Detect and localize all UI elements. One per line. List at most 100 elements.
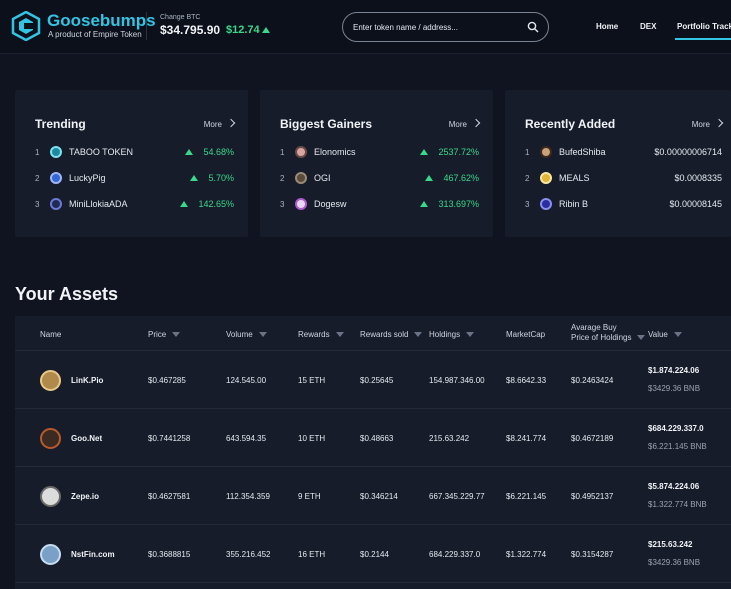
rank: 1 bbox=[525, 148, 530, 157]
goosebumps-logo-icon[interactable] bbox=[11, 11, 41, 41]
sort-down-icon[interactable] bbox=[258, 332, 267, 337]
list-item[interactable]: 1 TABOO TOKEN 54.68% bbox=[15, 145, 248, 161]
col-avg-buy[interactable]: Avarage Buy Price of Holdings bbox=[571, 323, 646, 343]
token-name[interactable]: Elonomics bbox=[314, 147, 356, 157]
sort-down-icon[interactable] bbox=[673, 332, 682, 337]
chevron-right-icon bbox=[714, 118, 724, 128]
elonomics-coin-icon bbox=[295, 146, 307, 158]
bufedshiba-coin-icon bbox=[540, 146, 552, 158]
asset-name[interactable]: LinK.Pio bbox=[71, 376, 103, 385]
asset-name[interactable]: Goo.Net bbox=[71, 434, 102, 443]
col-label[interactable]: Holdings bbox=[429, 330, 460, 339]
col-label[interactable]: Rewards bbox=[298, 330, 330, 339]
trending-more-link[interactable]: More bbox=[204, 118, 236, 129]
nav-dex[interactable]: DEX bbox=[640, 22, 656, 31]
col-price[interactable]: Price bbox=[148, 330, 181, 339]
asset-rewards-sold: $0.48663 bbox=[360, 434, 394, 443]
sort-down-icon[interactable] bbox=[172, 332, 181, 337]
asset-marketcap: $6.221.145 bbox=[506, 492, 547, 501]
col-label[interactable]: Price bbox=[148, 330, 166, 339]
rank: 3 bbox=[525, 200, 530, 209]
token-name[interactable]: Ribin B bbox=[559, 199, 588, 209]
change-value: 467.62% bbox=[443, 173, 479, 183]
asset-rewards: 15 ETH bbox=[298, 376, 326, 385]
token-name[interactable]: BufedShiba bbox=[559, 147, 606, 157]
col-label[interactable]: Value bbox=[648, 330, 668, 339]
col-marketcap[interactable]: MarketCap bbox=[506, 330, 545, 339]
list-item[interactable]: 2 MEALS $0.0008335 bbox=[505, 171, 731, 187]
nav-home[interactable]: Home bbox=[596, 22, 618, 31]
up-arrow-icon bbox=[262, 27, 270, 33]
sort-down-icon[interactable] bbox=[466, 332, 475, 337]
search-input[interactable] bbox=[353, 19, 513, 35]
meals-coin-icon bbox=[540, 172, 552, 184]
list-item[interactable]: 2 OGI 467.62% bbox=[260, 171, 493, 187]
trending-card: Trending More 1 TABOO TOKEN 54.68% 2 Luc… bbox=[15, 90, 248, 237]
rank: 1 bbox=[280, 148, 285, 157]
col-label-line2[interactable]: Price of Holdings bbox=[571, 333, 646, 343]
more-label[interactable]: More bbox=[692, 120, 710, 129]
list-item[interactable]: 3 MiniLlokiaADA 142.65% bbox=[15, 197, 248, 213]
token-name[interactable]: MEALS bbox=[559, 173, 590, 183]
change-percent: 54.68% bbox=[185, 147, 234, 157]
table-row[interactable]: NstFin.com $0.3688815 355.216.452 16 ETH… bbox=[15, 526, 731, 583]
token-name[interactable]: TABOO TOKEN bbox=[69, 147, 133, 157]
asset-value-usd: $215.63.242 bbox=[648, 540, 693, 549]
token-name[interactable]: Dogesw bbox=[314, 199, 347, 209]
col-value[interactable]: Value bbox=[648, 330, 682, 339]
btc-price: $34.795.90 bbox=[160, 23, 221, 37]
recent-more-link[interactable]: More bbox=[692, 118, 724, 129]
asset-marketcap: $8.6642.33 bbox=[506, 376, 547, 385]
search-icon[interactable] bbox=[527, 21, 539, 33]
col-holdings[interactable]: Holdings bbox=[429, 330, 475, 339]
col-volume[interactable]: Volume bbox=[226, 330, 267, 339]
asset-value-usd: $684.229.337.0 bbox=[648, 424, 704, 433]
nstfin-avatar-icon bbox=[40, 544, 61, 565]
asset-holdings: 215.63.242 bbox=[429, 434, 470, 443]
col-label[interactable]: Volume bbox=[226, 330, 253, 339]
more-label[interactable]: More bbox=[449, 120, 467, 129]
search-box[interactable] bbox=[342, 12, 549, 42]
sort-down-icon[interactable] bbox=[637, 335, 646, 340]
list-item[interactable]: 1 Elonomics 2537.72% bbox=[260, 145, 493, 161]
list-item[interactable]: 2 LuckyPig 5.70% bbox=[15, 171, 248, 187]
nav-portfolio-tracker[interactable]: Portfolio Track bbox=[677, 22, 731, 31]
table-row[interactable]: Goo.Net $0.7441258 643.594.35 10 ETH $0.… bbox=[15, 410, 731, 467]
col-rewards[interactable]: Rewards bbox=[298, 330, 344, 339]
token-name[interactable]: LuckyPig bbox=[69, 173, 106, 183]
col-label[interactable]: Price of Holdings bbox=[571, 333, 631, 342]
asset-price: $0.3688815 bbox=[148, 550, 191, 559]
token-name[interactable]: OGI bbox=[314, 173, 331, 183]
asset-value-usd: $1.874.224.06 bbox=[648, 366, 700, 375]
asset-volume: 643.594.35 bbox=[226, 434, 267, 443]
rank: 2 bbox=[525, 174, 530, 183]
brand-name[interactable]: Goosebumps bbox=[47, 11, 156, 31]
more-label[interactable]: More bbox=[204, 120, 222, 129]
btc-change: $12.74 bbox=[226, 24, 260, 36]
col-rewards-sold[interactable]: Rewards sold bbox=[360, 330, 423, 339]
col-name[interactable]: Name bbox=[40, 330, 61, 339]
asset-value-bnb: $3429.36 BNB bbox=[648, 558, 701, 567]
sort-down-icon[interactable] bbox=[414, 332, 423, 337]
table-row[interactable]: LinK.Pio $0.467285 124.545.00 15 ETH $0.… bbox=[15, 352, 731, 409]
token-price: $0.00008145 bbox=[669, 199, 722, 209]
chevron-right-icon bbox=[226, 118, 236, 128]
gainers-more-link[interactable]: More bbox=[449, 118, 481, 129]
asset-name[interactable]: NstFin.com bbox=[71, 550, 115, 559]
change-value: 5.70% bbox=[208, 173, 234, 183]
token-name[interactable]: MiniLlokiaADA bbox=[69, 199, 128, 209]
list-item[interactable]: 1 BufedShiba $0.00000006714 bbox=[505, 145, 731, 161]
rank: 1 bbox=[35, 148, 40, 157]
asset-rewards-sold: $0.346214 bbox=[360, 492, 398, 501]
asset-name[interactable]: Zepe.io bbox=[71, 492, 99, 501]
token-price: $0.00000006714 bbox=[654, 147, 722, 157]
table-row[interactable]: Zepe.io $0.4627581 112.354.359 9 ETH $0.… bbox=[15, 468, 731, 525]
col-label[interactable]: Avarage Buy bbox=[571, 323, 645, 333]
asset-marketcap: $1.322.774 bbox=[506, 550, 547, 559]
change-percent: 313.697% bbox=[420, 199, 479, 209]
col-label[interactable]: Rewards sold bbox=[360, 330, 408, 339]
list-item[interactable]: 3 Ribin B $0.00008145 bbox=[505, 197, 731, 213]
trending-title: Trending bbox=[35, 117, 86, 131]
list-item[interactable]: 3 Dogesw 313.697% bbox=[260, 197, 493, 213]
sort-down-icon[interactable] bbox=[335, 332, 344, 337]
